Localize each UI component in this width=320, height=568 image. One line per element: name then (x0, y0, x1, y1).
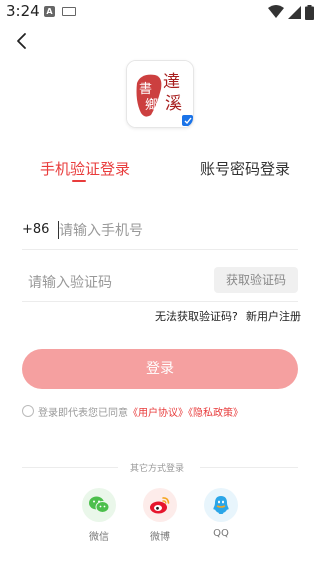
other-methods-title: 其它方式登录 (130, 464, 185, 474)
wechat-circle (82, 488, 116, 522)
qq-circle (204, 488, 238, 522)
agreement-checkbox[interactable] (22, 405, 34, 417)
qq-icon (213, 496, 229, 514)
verification-code-input[interactable] (28, 270, 208, 296)
tab-sms-login[interactable]: 手机验证登录 (40, 158, 130, 179)
status-icons (268, 4, 314, 20)
active-tab-indicator (72, 180, 86, 182)
wifi-icon (268, 5, 284, 18)
divider-right (200, 467, 298, 468)
agreement-text: 登录即代表您已同意《用户协议》《隐私政策》 (38, 404, 243, 419)
weibo-login-button[interactable]: 微博 (142, 488, 178, 543)
battery-icon (305, 4, 314, 20)
keyboard-icon (62, 7, 76, 16)
wechat-icon (89, 496, 110, 513)
logo-char-4: 溪 (165, 94, 182, 114)
logo-char-3: 達 (163, 72, 180, 92)
tab-password-login[interactable]: 账号密码登录 (200, 158, 290, 179)
no-code-link[interactable]: 无法获取验证码? (155, 308, 238, 324)
get-code-button[interactable]: 获取验证码 (214, 267, 298, 293)
status-time: 3:24 (6, 2, 40, 20)
phone-row: +86 (22, 212, 298, 250)
app-logo: 書 鄉 達 溪 (126, 60, 194, 128)
cellular-icon (288, 5, 301, 19)
qq-login-button[interactable]: QQ (203, 488, 239, 539)
weibo-label: 微博 (150, 532, 170, 543)
privacy-policy-link[interactable]: 《隐私政策》 (188, 408, 243, 419)
logo-char-2: 鄉 (145, 97, 158, 113)
agreement-prefix: 登录即代表您已同意 (38, 408, 128, 419)
weibo-icon (150, 497, 170, 514)
divider-left (22, 467, 118, 468)
qq-label: QQ (213, 528, 229, 539)
weibo-circle (143, 488, 177, 522)
logo-char-1: 書 (139, 82, 152, 97)
back-button[interactable] (12, 30, 34, 52)
notification-a-icon: A (44, 6, 55, 17)
country-code[interactable]: +86 (22, 222, 49, 237)
wechat-login-button[interactable]: 微信 (81, 488, 117, 543)
register-link[interactable]: 新用户注册 (246, 308, 301, 324)
logo-image: 書 鄉 達 溪 (127, 61, 193, 127)
status-bar: 3:24 A (0, 0, 320, 24)
code-row: 获取验证码 (22, 262, 298, 302)
chevron-left-icon (17, 33, 26, 49)
phone-input[interactable] (59, 218, 289, 244)
login-button[interactable]: 登录 (22, 349, 298, 389)
wechat-label: 微信 (89, 532, 109, 543)
user-agreement-link[interactable]: 《用户协议》 (128, 408, 188, 419)
